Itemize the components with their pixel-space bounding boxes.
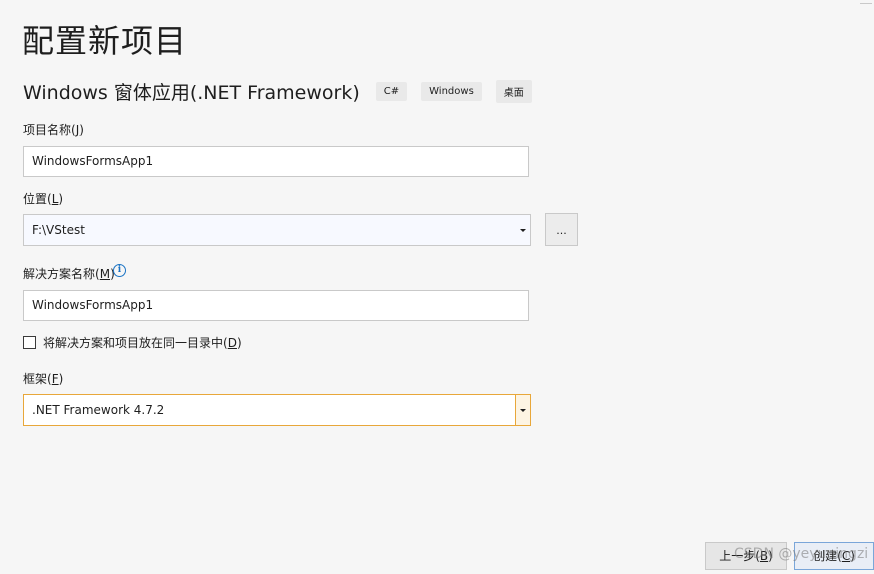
tag-language: C# <box>375 82 408 101</box>
framework-value: .NET Framework 4.7.2 <box>32 403 165 417</box>
chevron-down-icon[interactable] <box>515 395 530 425</box>
info-icon[interactable]: i <box>113 264 126 277</box>
template-info: Windows 窗体应用(.NET Framework) C# Windows … <box>23 78 532 105</box>
location-combobox[interactable]: F:\VStest <box>23 214 531 246</box>
chevron-down-icon[interactable] <box>516 215 530 245</box>
template-name: Windows 窗体应用(.NET Framework) <box>23 82 360 104</box>
same-directory-option[interactable]: 将解决方案和项目放在同一目录中(D) <box>23 334 242 351</box>
back-button[interactable]: 上一步(B) <box>705 542 787 570</box>
framework-label: 框架(F) <box>23 372 64 386</box>
create-button[interactable]: 创建(C) <box>794 542 874 570</box>
tag-platform: Windows <box>421 82 482 101</box>
framework-combobox[interactable]: .NET Framework 4.7.2 <box>23 394 531 426</box>
tag-project-type: 桌面 <box>495 80 532 103</box>
page-title: 配置新项目 <box>22 22 188 60</box>
project-name-input[interactable]: WindowsFormsApp1 <box>23 146 529 177</box>
location-value: F:\VStest <box>32 223 85 237</box>
location-label: 位置(L) <box>23 192 64 206</box>
same-directory-label[interactable]: 将解决方案和项目放在同一目录中(D) <box>43 334 242 351</box>
same-directory-checkbox[interactable] <box>23 336 36 349</box>
configure-project-page: 配置新项目 Windows 窗体应用(.NET Framework) C# Wi… <box>0 0 874 574</box>
solution-name-label: 解决方案名称(M) <box>23 267 115 281</box>
browse-button[interactable]: ... <box>545 213 578 246</box>
window-corner <box>860 0 872 4</box>
solution-name-input[interactable]: WindowsFormsApp1 <box>23 290 529 321</box>
project-name-label: 项目名称(J) <box>23 123 84 137</box>
